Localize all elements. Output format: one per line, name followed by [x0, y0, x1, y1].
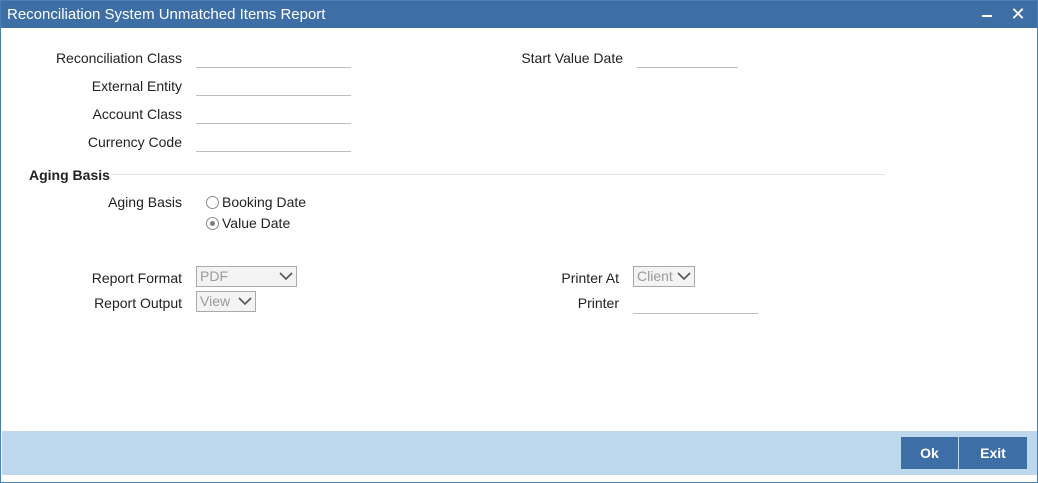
- radio-selected-icon: [206, 216, 219, 230]
- report-output-select[interactable]: View: [196, 291, 256, 312]
- report-format-select[interactable]: PDF: [196, 266, 297, 287]
- start-value-date-label: Start Value Date: [521, 50, 623, 66]
- printer-input[interactable]: [633, 294, 758, 314]
- report-window: Reconciliation System Unmatched Items Re…: [0, 0, 1038, 483]
- aging-basis-label: Aging Basis: [108, 194, 182, 210]
- currency-code-label: Currency Code: [87, 134, 182, 150]
- ok-button[interactable]: Ok: [901, 437, 958, 469]
- external-entity-input[interactable]: [196, 76, 351, 96]
- currency-code-input[interactable]: [196, 132, 351, 152]
- report-format-value: PDF: [200, 268, 228, 284]
- value-date-label: Value Date: [222, 215, 291, 231]
- chevron-down-icon: [238, 297, 252, 306]
- account-class-input[interactable]: [196, 104, 351, 124]
- close-icon[interactable]: ✕: [1007, 3, 1029, 25]
- external-entity-label: External Entity: [91, 78, 182, 94]
- section-divider: [111, 174, 885, 175]
- radio-unselected-icon: [206, 195, 219, 209]
- reconciliation-class-input[interactable]: [196, 48, 351, 68]
- window-title: Reconciliation System Unmatched Items Re…: [7, 6, 326, 23]
- title-bar: Reconciliation System Unmatched Items Re…: [1, 1, 1037, 28]
- value-date-radio[interactable]: Value Date: [206, 215, 290, 231]
- exit-button[interactable]: Exit: [959, 437, 1027, 469]
- chevron-down-icon: [279, 272, 293, 281]
- report-output-label: Report Output: [94, 295, 182, 311]
- chevron-down-icon: [677, 272, 691, 281]
- report-format-label: Report Format: [91, 270, 182, 286]
- booking-date-radio[interactable]: Booking Date: [206, 194, 306, 210]
- account-class-label: Account Class: [92, 106, 182, 122]
- reconciliation-class-label: Reconciliation Class: [55, 50, 182, 66]
- report-output-value: View: [200, 293, 231, 309]
- footer-bar: [2, 431, 1037, 475]
- printer-at-value: Client: [637, 268, 673, 284]
- start-value-date-input[interactable]: [637, 48, 738, 68]
- printer-label: Printer: [577, 295, 619, 311]
- printer-at-select[interactable]: Client: [633, 266, 695, 287]
- minimize-icon[interactable]: [976, 3, 998, 25]
- booking-date-label: Booking Date: [222, 194, 307, 210]
- printer-at-label: Printer At: [561, 270, 619, 286]
- aging-basis-section-title: Aging Basis: [29, 167, 110, 183]
